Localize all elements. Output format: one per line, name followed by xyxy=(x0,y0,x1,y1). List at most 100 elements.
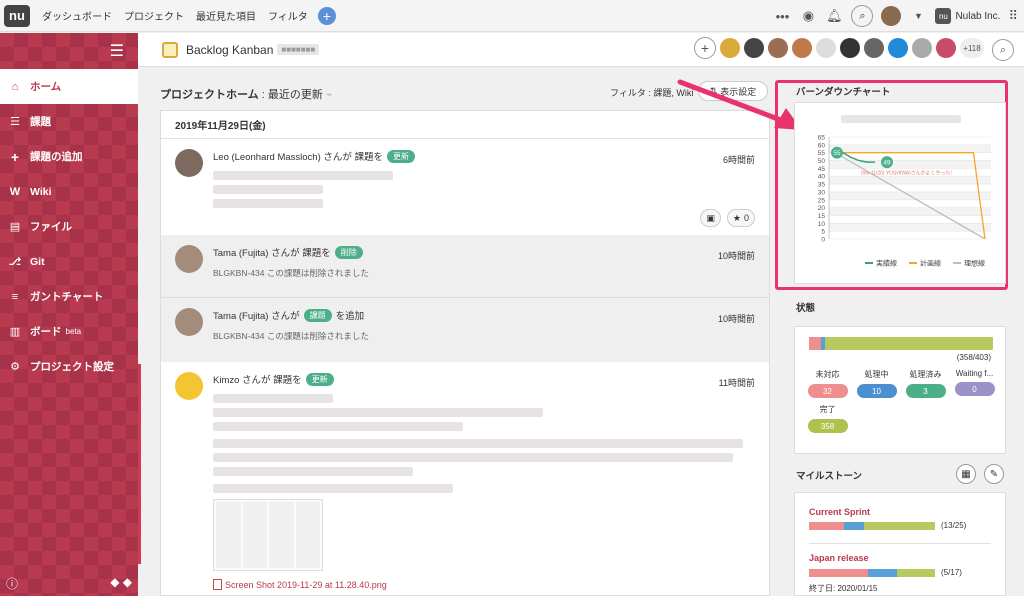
activity-text: Tama (Fujita) さんが 課題を xyxy=(213,248,331,259)
chevron-down-icon[interactable]: ▼ xyxy=(909,7,927,25)
y-tick-label: 5 xyxy=(821,229,825,236)
y-tick-label: 35 xyxy=(818,182,826,189)
search-icon[interactable]: ⌕ xyxy=(851,5,874,27)
bell-icon[interactable]: 🔔︎ xyxy=(825,7,843,25)
sidebar-item-settings[interactable]: ⚙ プロジェクト設定 xyxy=(0,349,138,384)
sidebar-item-label: Git xyxy=(30,255,45,268)
org-switcher[interactable]: nu Nulab Inc. xyxy=(935,8,1000,24)
member-avatar[interactable] xyxy=(768,38,788,58)
blurred-content xyxy=(213,453,733,462)
nav-dashboard[interactable]: ダッシュボード xyxy=(36,8,118,23)
backlog-logo[interactable]: nu xyxy=(4,4,30,27)
sidebar-item-board[interactable]: ▥ ボード beta xyxy=(0,314,138,349)
project-icon xyxy=(162,41,178,58)
apps-grid-icon[interactable]: ⠿ xyxy=(1008,8,1018,24)
filter-text[interactable]: フィルタ : 課題, Wiki xyxy=(610,86,693,99)
sidebar-item-issues[interactable]: ☰ 課題 xyxy=(0,104,138,139)
display-settings-label: 表示設定 xyxy=(720,86,757,97)
y-tick-label: 50 xyxy=(818,158,826,165)
member-avatar[interactable] xyxy=(816,38,836,58)
help-icon[interactable]: ⓘ xyxy=(6,575,18,592)
sidebar-item-label: ボード xyxy=(30,326,62,338)
y-tick-label: 0 xyxy=(821,237,825,244)
star-icon: ★ xyxy=(732,212,741,223)
blurred-chart-title xyxy=(841,115,961,123)
member-avatar[interactable] xyxy=(720,38,740,58)
avatar[interactable] xyxy=(175,308,203,336)
nav-projects[interactable]: プロジェクト xyxy=(118,8,190,23)
nav-recent[interactable]: 最近見た項目 xyxy=(190,8,262,23)
sidebar-item-home[interactable]: ⌂ ホーム xyxy=(0,69,138,104)
timestamp: 11時間前 xyxy=(718,378,755,388)
status-pill-in-progress[interactable]: 10 xyxy=(856,384,897,398)
calendar-icon[interactable]: ▦ xyxy=(956,464,976,484)
y-tick-label: 25 xyxy=(818,197,826,204)
member-avatar[interactable] xyxy=(744,38,764,58)
milestone-count: (13/25) xyxy=(941,521,967,530)
divider xyxy=(809,543,991,544)
folder-icon: ▤ xyxy=(9,221,21,233)
blurred-content xyxy=(213,439,743,448)
mobile-apps-icons[interactable]: ◆ ◆ xyxy=(110,575,132,592)
more-icon[interactable]: ••• xyxy=(773,7,791,25)
burndown-panel[interactable]: 65 60 55 50 45 40 35 30 25 20 15 10 5 0 55 49 (lea 11/20… xyxy=(794,102,1006,284)
milestone-progress-bar xyxy=(809,569,935,577)
burndown-chart: 656055504540353025201510505549(lea 11/20… xyxy=(818,115,991,268)
y-tick-label: 20 xyxy=(818,205,826,212)
board-icon: ▥ xyxy=(9,326,21,338)
member-avatar[interactable] xyxy=(792,38,812,58)
timestamp: 10時間前 xyxy=(717,314,755,324)
main-content: プロジェクトホーム : 最近の更新 ⌁ フィルタ : 課題, Wiki ⇅ 表示設… xyxy=(138,68,774,596)
project-search-icon[interactable]: ⌕ xyxy=(992,39,1014,61)
status-pill-closed[interactable]: 358 xyxy=(807,419,848,433)
activity-item[interactable]: Tama (Fujita) さんが 課題 を追加 10時間前 BLGKBN-434 … xyxy=(161,298,769,362)
legend-label: 理想線 xyxy=(964,259,985,268)
comment-icon: ▣ xyxy=(706,212,715,223)
sidebar-item-label: 課題 xyxy=(30,116,51,128)
edit-icon[interactable]: ✎ xyxy=(984,464,1004,484)
timestamp: 6時間前 xyxy=(722,155,755,165)
status-pill-waiting[interactable]: 0 xyxy=(954,382,995,396)
avatar[interactable] xyxy=(175,245,203,273)
blurred-content xyxy=(213,422,463,431)
activity-item[interactable]: Leo (Leonhard Massloch) さんが 課題を 更新 6時間前 ▣… xyxy=(161,139,769,235)
more-members-badge[interactable]: +118 xyxy=(960,38,984,58)
attachment-thumbnail[interactable] xyxy=(213,499,323,571)
status-pill-resolved[interactable]: 3 xyxy=(905,384,946,398)
timestamp: 10時間前 xyxy=(717,251,755,261)
sidebar-item-gantt[interactable]: ≡ ガントチャート xyxy=(0,279,138,314)
chart-annotation: (lea 11/20) YOSHIWAIさんがよくやった! xyxy=(861,170,952,177)
attachment-link[interactable]: Screen Shot 2019-11-29 at 11.28.40.png xyxy=(213,579,755,590)
milestone-name[interactable]: Current Sprint xyxy=(809,507,870,517)
status-label: Waiting f... xyxy=(955,369,994,378)
milestone-name[interactable]: Japan release xyxy=(809,553,869,563)
display-settings-button[interactable]: ⇅ 表示設定 xyxy=(698,81,768,101)
member-avatar[interactable] xyxy=(936,38,956,58)
avatar[interactable] xyxy=(175,372,203,400)
project-name[interactable]: Backlog Kanban xyxy=(186,43,273,57)
member-avatar[interactable] xyxy=(864,38,884,58)
user-avatar[interactable] xyxy=(881,6,902,26)
star-button[interactable]: ★ 0 xyxy=(726,209,755,227)
sidebar-item-files[interactable]: ▤ ファイル xyxy=(0,209,138,244)
sidebar-item-add-issue[interactable]: + 課題の追加 xyxy=(0,139,138,174)
add-icon[interactable]: + xyxy=(317,6,336,25)
member-avatar[interactable] xyxy=(840,38,860,58)
activity-item[interactable]: Kimzo さんが 課題を 更新 11時間前 Screen Shot 2019-1… xyxy=(161,362,769,595)
member-avatar[interactable] xyxy=(888,38,908,58)
member-avatar[interactable] xyxy=(912,38,932,58)
watch-icon[interactable]: ◉ xyxy=(799,7,817,25)
attachment-name: Screen Shot 2019-11-29 at 11.28.40.png xyxy=(225,579,387,590)
add-member-icon[interactable]: + xyxy=(694,37,716,59)
sidebar-item-git[interactable]: ⎇ Git xyxy=(0,244,138,279)
sidebar-item-wiki[interactable]: W Wiki xyxy=(0,174,138,209)
avatar[interactable] xyxy=(175,149,203,177)
activity-text: Kimzo さんが 課題を xyxy=(213,375,302,386)
activity-item[interactable]: Tama (Fujita) さんが 課題を 削除 10時間前 BLGKBN-434… xyxy=(161,235,769,297)
menu-toggle-icon[interactable]: ☰ xyxy=(0,33,138,69)
rss-icon[interactable]: ⌁ xyxy=(326,89,333,101)
right-column: バーンダウンチャート 65 60 55 50 45 40 35 30 25 20 15 10 5 0 55 4… xyxy=(775,68,1024,596)
nav-filter[interactable]: フィルタ xyxy=(262,8,314,23)
status-pill-open[interactable]: 32 xyxy=(807,384,848,398)
comment-button[interactable]: ▣ xyxy=(700,209,721,227)
